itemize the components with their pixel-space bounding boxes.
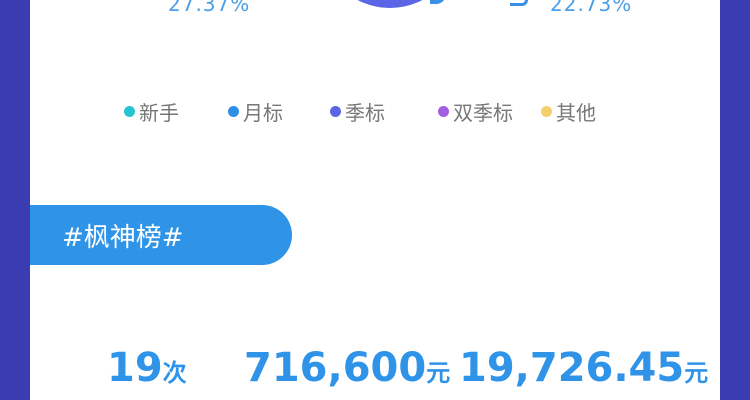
legend-item-jibiao: 季标 (330, 97, 385, 126)
legend-label: 季标 (345, 101, 385, 125)
chart-legend: 新手 月标 季标 双季标 其他 (30, 97, 720, 125)
donut-percentage-left: 27.37% (168, 0, 251, 16)
content-card: 27.37% 22.73% 新手 月标 季标 双季标 其他 #枫神榜# 19 次… (30, 0, 720, 400)
legend-dot-icon (541, 106, 552, 117)
legend-label: 双季标 (453, 101, 513, 125)
legend-dot-icon (228, 106, 239, 117)
legend-dot-icon (124, 106, 135, 117)
donut-leader-line (510, 0, 528, 6)
stat-unit: 次 (162, 359, 187, 387)
stat-count: 19 次 (107, 345, 187, 391)
stat-value: 19 (107, 345, 163, 391)
donut-percentage-right: 22.73% (550, 0, 633, 16)
stat-earnings: 19,726.45 元 (459, 345, 708, 391)
banner-title: #枫神榜# (62, 222, 184, 253)
legend-item-xinshou: 新手 (124, 97, 179, 126)
stat-value: 716,600 (244, 345, 427, 391)
stat-unit: 元 (684, 359, 709, 387)
legend-item-yuebiao: 月标 (228, 97, 283, 126)
legend-dot-icon (330, 106, 341, 117)
legend-label: 其他 (556, 101, 596, 125)
donut-chart-accent-segment (430, 0, 446, 4)
section-banner: #枫神榜# (30, 205, 292, 265)
legend-label: 新手 (139, 101, 179, 125)
legend-dot-icon (438, 106, 449, 117)
stat-unit: 元 (426, 359, 451, 387)
stat-total-amount: 716,600 元 (244, 345, 450, 391)
legend-label: 月标 (243, 101, 283, 125)
stat-value: 19,726.45 (459, 345, 685, 391)
legend-item-shuangjibiao: 双季标 (438, 97, 513, 126)
legend-item-qita: 其他 (541, 97, 596, 126)
